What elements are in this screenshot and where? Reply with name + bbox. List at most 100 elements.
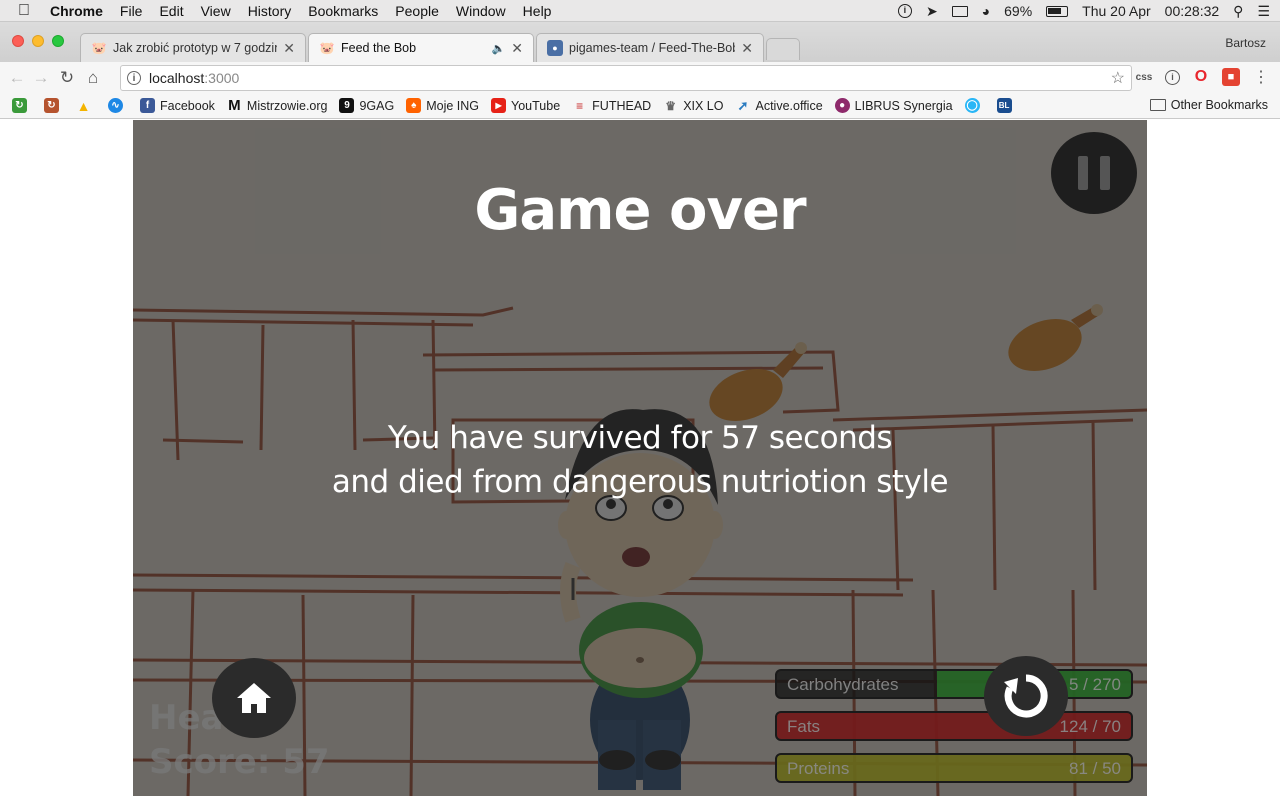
bookmark-label: Facebook	[160, 98, 215, 113]
battery-icon[interactable]	[1046, 5, 1069, 17]
spotlight-search-icon[interactable]: ⚲	[1233, 3, 1243, 20]
bookmark-item[interactable]: ∿	[108, 98, 128, 113]
home-icon[interactable]: ⌂	[82, 67, 104, 89]
bookmark-futhead[interactable]: ≡ FUTHEAD	[572, 98, 651, 113]
site-info-icon[interactable]: i	[127, 71, 141, 85]
wifi-icon[interactable]: ◕	[982, 3, 990, 19]
tab-prototype-article[interactable]: 🐷 Jak zrobić prototyp w 7 godzin ✕	[80, 33, 306, 62]
bookmarks-bar: ↻ ↻ ▲ ∿ f Facebook M Mistrzowie.org 9 9GAG …	[0, 93, 1280, 119]
extensions-area: css i O ■ ⋮	[1135, 68, 1270, 86]
apple-icon[interactable]: 	[18, 2, 30, 20]
bookmark-9gag[interactable]: 9 9GAG	[339, 98, 394, 113]
menu-edit[interactable]: Edit	[159, 3, 183, 19]
bookmark-librus[interactable]: ● LIBRUS Synergia	[834, 98, 953, 113]
close-tab-icon[interactable]: ✕	[741, 40, 753, 57]
reload-icon[interactable]: ↻	[56, 67, 78, 89]
menu-help[interactable]: Help	[523, 3, 552, 19]
menu-history[interactable]: History	[248, 3, 292, 19]
url-host: localhost	[149, 70, 205, 86]
window-zoom-button[interactable]	[52, 35, 64, 47]
nutrient-value: 5 / 270	[1069, 675, 1121, 694]
nutrient-name: Carbohydrates	[787, 675, 899, 694]
nutrient-bar-proteins: Proteins 81 / 50	[775, 753, 1133, 783]
nutrient-name: Fats	[787, 717, 821, 736]
restart-button[interactable]	[984, 656, 1068, 736]
bookmark-youtube[interactable]: ▶ YouTube	[491, 98, 560, 113]
info-extension-icon[interactable]: i	[1165, 69, 1180, 85]
game-canvas[interactable]: Healt Score: 57 Carbohydrates 5 / 270 Fa…	[133, 120, 1147, 796]
bookmark-app-icon: ↻	[12, 98, 27, 113]
game-over-message: You have survived for 57 seconds and die…	[133, 416, 1147, 504]
close-tab-icon[interactable]: ✕	[283, 40, 295, 57]
bookmark-label: LIBRUS Synergia	[854, 98, 953, 113]
forward-arrow-icon[interactable]: →	[30, 67, 52, 89]
bookmark-item[interactable]: ↻	[44, 98, 64, 113]
folder-icon	[1149, 99, 1166, 111]
speaker-icon[interactable]: 🔈	[492, 42, 506, 55]
bookmark-ing[interactable]: ♠ Moje ING	[406, 98, 479, 113]
bookmark-mistrzowie[interactable]: M Mistrzowie.org	[227, 97, 328, 114]
nutrient-value: 124 / 70	[1059, 717, 1121, 736]
chrome-menu-icon[interactable]: ⋮	[1252, 68, 1270, 86]
bookmark-label: Mistrzowie.org	[246, 98, 328, 113]
bookmark-active-office[interactable]: ➚ Active.office	[735, 98, 823, 113]
date-label[interactable]: Thu 20 Apr	[1082, 3, 1151, 19]
circle-app-icon: ◯	[964, 98, 980, 113]
battery-percent: 69%	[1004, 3, 1033, 19]
game-over-message-line2: and died from dangerous nutriotion style	[331, 464, 949, 500]
airplay-icon[interactable]	[951, 5, 968, 17]
notification-center-icon[interactable]: ☰	[1257, 3, 1270, 20]
menu-window[interactable]: Window	[456, 3, 506, 19]
todoist-extension-icon[interactable]: ■	[1222, 68, 1240, 86]
tab-label: Feed the Bob	[341, 41, 417, 55]
menubar-status-area: i ➤ ◕ 69% Thu 20 Apr 00:28:32 ⚲ ☰	[897, 0, 1270, 22]
librus-icon: ●	[834, 98, 850, 113]
bookmark-label: FUTHEAD	[592, 98, 652, 113]
menu-people[interactable]: People	[395, 3, 439, 19]
window-minimize-button[interactable]	[32, 35, 44, 47]
tab-github-repo[interactable]: ● pigames-team / Feed-The-Bob ✕	[536, 33, 764, 62]
bookmark-app-icon: ↻	[44, 98, 59, 113]
other-bookmarks[interactable]: Other Bookmarks	[1149, 98, 1268, 112]
github-icon: ●	[547, 40, 563, 56]
window-close-button[interactable]	[12, 35, 24, 47]
opera-extension-icon[interactable]: O	[1192, 68, 1210, 86]
bookmark-label: XIX LO	[683, 98, 724, 113]
nutrient-value: 81 / 50	[1069, 759, 1121, 778]
restart-icon	[1004, 674, 1048, 718]
location-arrow-icon[interactable]: ➤	[926, 3, 938, 20]
bookmark-label: Moje ING	[426, 98, 480, 113]
profile-name[interactable]: Bartosz	[1225, 36, 1266, 50]
tab-label: Jak zrobić prototyp w 7 godzin	[113, 41, 278, 55]
close-tab-icon[interactable]: ✕	[511, 40, 523, 57]
menu-view[interactable]: View	[201, 3, 231, 19]
pig-icon: 🐷	[319, 41, 335, 55]
nutrient-bar-carbohydrates: Carbohydrates 5 / 270	[775, 669, 1133, 699]
home-button[interactable]	[212, 658, 296, 738]
bookmark-label: Active.office	[755, 98, 823, 113]
menu-app-name[interactable]: Chrome	[50, 3, 103, 19]
bookmark-item[interactable]: BL	[996, 98, 1017, 113]
time-label[interactable]: 00:28:32	[1165, 3, 1220, 19]
bookmark-item[interactable]: ▲	[76, 98, 96, 114]
bookmark-item[interactable]: ◯	[964, 98, 985, 113]
bookmark-label: 9GAG	[359, 98, 395, 113]
bookmark-star-icon[interactable]: ☆	[1111, 68, 1125, 88]
nutrient-bar-fats: Fats 124 / 70	[775, 711, 1133, 741]
home-icon	[237, 683, 271, 713]
9gag-icon: 9	[339, 98, 355, 113]
menu-file[interactable]: File	[120, 3, 143, 19]
back-arrow-icon[interactable]: ←	[6, 67, 28, 89]
menu-bookmarks[interactable]: Bookmarks	[308, 3, 378, 19]
school-crest-icon: ♛	[665, 98, 677, 113]
bookmark-facebook[interactable]: f Facebook	[140, 98, 215, 113]
new-tab-button[interactable]	[766, 38, 800, 60]
css-extension-icon[interactable]: css	[1135, 68, 1153, 86]
bookmark-item[interactable]: ↻	[12, 98, 32, 113]
bookmark-xix-lo[interactable]: ♛ XIX LO	[663, 98, 723, 113]
info-icon[interactable]: i	[897, 4, 912, 18]
bookmark-label: YouTube	[511, 98, 561, 113]
address-bar[interactable]: i localhost:3000 ☆	[120, 65, 1132, 91]
youtube-icon: ▶	[491, 98, 507, 113]
tab-feed-the-bob[interactable]: 🐷 Feed the Bob 🔈 ✕	[308, 33, 534, 62]
